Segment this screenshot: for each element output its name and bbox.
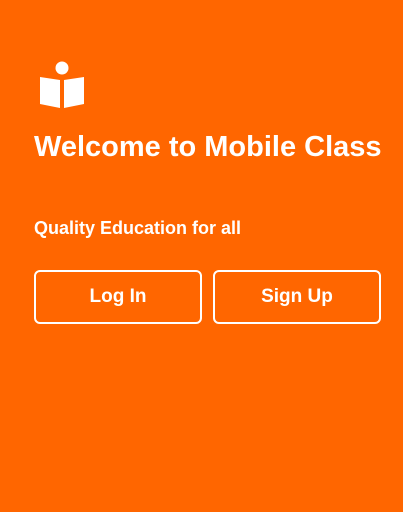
page-title: Welcome to Mobile Class [34, 131, 382, 163]
page-subtitle: Quality Education for all [34, 218, 242, 238]
welcome-screen: Welcome to Mobile Class Quality Educatio… [0, 0, 403, 512]
login-button[interactable]: Log In [34, 270, 202, 324]
signup-button[interactable]: Sign Up [213, 270, 381, 324]
book-reader-icon [40, 60, 84, 110]
